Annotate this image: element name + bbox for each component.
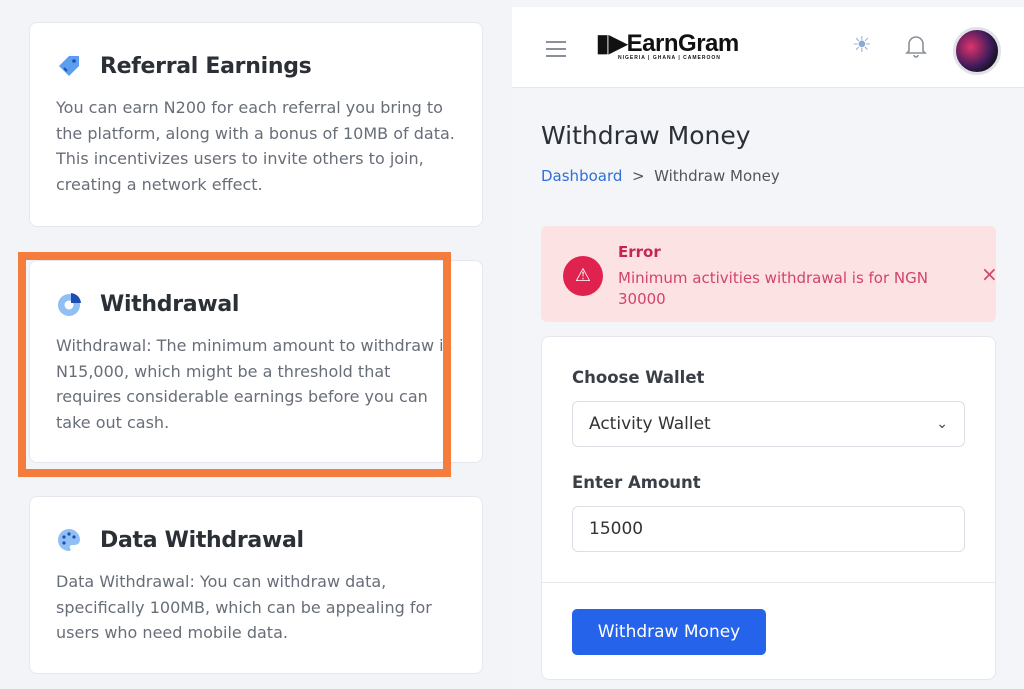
alert-message: Minimum activities withdrawal is for NGN… [618,269,928,308]
card-title: Withdrawal [100,291,240,317]
data-withdrawal-card: Data Withdrawal Data Withdrawal: You can… [29,496,483,674]
page-title: Withdraw Money [541,121,751,150]
notification-bell-icon[interactable] [904,33,928,59]
alert-title: Error [618,243,661,261]
withdraw-form: Choose Wallet Activity Wallet ⌄ Enter Amo… [541,336,996,680]
menu-icon[interactable] [546,41,566,62]
breadcrumb-current: Withdraw Money [654,167,780,185]
card-text: You can earn N200 for each referral you … [56,98,455,194]
wallet-select[interactable]: Activity Wallet ⌄ [572,401,965,447]
card-text: Withdrawal: The minimum amount to withdr… [56,336,452,432]
wallet-label: Choose Wallet [572,368,705,387]
avatar[interactable] [953,27,1001,75]
logo[interactable]: ▮▶EarnGram NIGERIA | GHANA | CAMEROON [596,29,739,61]
amount-label: Enter Amount [572,473,701,492]
error-alert: ⚠ Error Minimum activities withdrawal is… [541,226,998,322]
amount-input[interactable] [572,506,965,552]
chevron-down-icon: ⌄ [936,416,948,432]
breadcrumb-dashboard[interactable]: Dashboard [541,167,622,185]
card-title: Data Withdrawal [100,527,304,553]
referral-earnings-card: Referral Earnings You can earn N200 for … [29,22,483,227]
theme-toggle-sun-icon[interactable]: ☀ [852,33,872,58]
breadcrumb: Dashboard > Withdraw Money [541,167,780,185]
chevron-right-icon: > [631,167,645,185]
warning-icon: ⚠ [563,256,603,296]
close-icon[interactable]: × [981,262,998,286]
card-text: Data Withdrawal: You can withdraw data, … [56,572,432,642]
top-bar: ▮▶EarnGram NIGERIA | GHANA | CAMEROON ☀ [512,7,1024,88]
withdraw-money-button[interactable]: Withdraw Money [572,609,766,655]
pie-chart-icon [58,293,81,316]
withdrawal-card: Withdrawal Withdrawal: The minimum amoun… [29,260,483,463]
divider [542,582,995,583]
palette-icon [58,529,80,551]
card-title: Referral Earnings [100,53,312,79]
withdraw-panel: ▮▶EarnGram NIGERIA | GHANA | CAMEROON ☀ W… [512,0,1024,689]
tag-icon [59,56,79,76]
